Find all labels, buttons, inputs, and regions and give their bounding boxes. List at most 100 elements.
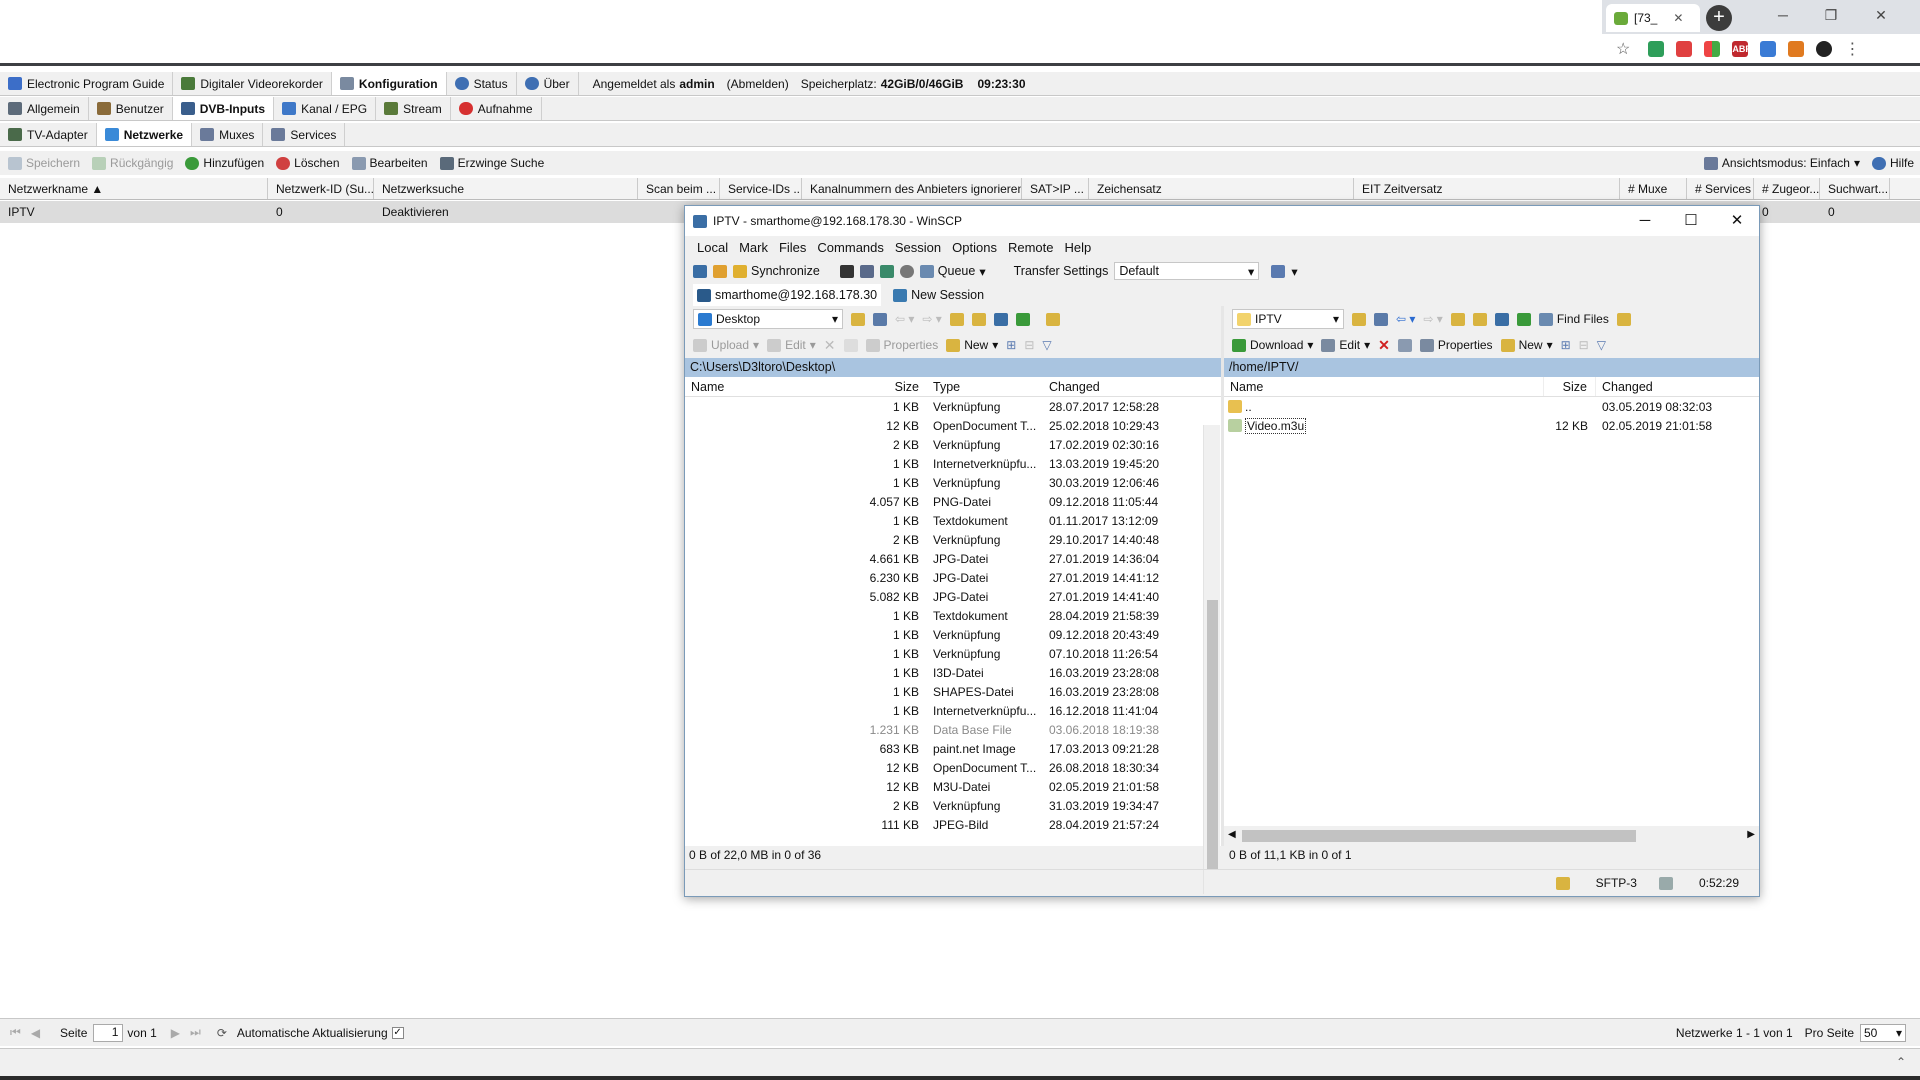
winscp-maximize-button[interactable]: ☐ xyxy=(1668,206,1714,236)
forward-icon[interactable]: ⇨ ▾ xyxy=(1423,312,1442,326)
list-item[interactable]: 12 KB M3U-Datei 02.05.2019 21:01:58 xyxy=(685,777,1221,796)
list-item[interactable]: 1 KB SHAPES-Datei 16.03.2019 23:28:08 xyxy=(685,682,1221,701)
list-item[interactable]: 1 KB Internetverknüpfu... 13.03.2019 19:45… xyxy=(685,454,1221,473)
unselect-icon[interactable]: ⊟ xyxy=(1024,338,1034,352)
column-size[interactable]: Size xyxy=(865,377,921,396)
list-item[interactable]: 683 KB paint.net Image 17.03.2013 09:21:28 xyxy=(685,739,1221,758)
compare-icon[interactable] xyxy=(693,264,707,278)
undo-button[interactable]: Rückgängig xyxy=(86,156,179,170)
list-item[interactable]: 1 KB Internetverknüpfu... 16.12.2018 11:41… xyxy=(685,701,1221,720)
local-location-select[interactable]: Desktop ▾ xyxy=(693,309,843,329)
parent-folder-icon[interactable] xyxy=(1450,312,1465,326)
tab-dvb-inputs[interactable]: DVB-Inputs xyxy=(172,97,275,120)
preferences-gear-icon[interactable] xyxy=(899,264,914,278)
list-item[interactable]: Video.m3u 12 KB 02.05.2019 21:01:58 xyxy=(1224,416,1759,435)
home-icon[interactable] xyxy=(993,312,1008,326)
extension-orange-icon[interactable] xyxy=(1788,40,1805,57)
list-item[interactable]: .. 03.05.2019 08:32:03 xyxy=(1224,397,1759,416)
column-changed[interactable]: Changed xyxy=(1041,377,1191,396)
open-folder-icon[interactable] xyxy=(851,312,865,326)
tab-status[interactable]: Status xyxy=(447,72,517,95)
list-item[interactable]: 5.082 KB JPG-Datei 27.01.2019 14:41:40 xyxy=(685,587,1221,606)
list-item[interactable]: 1 KB Textdokument 28.04.2019 21:58:39 xyxy=(685,606,1221,625)
winscp-close-button[interactable]: ✕ xyxy=(1714,206,1760,236)
list-item[interactable]: 1 KB Verknüpfung 09.12.2018 20:43:49 xyxy=(685,625,1221,644)
refresh-icon[interactable] xyxy=(1516,312,1531,326)
translate-extension-icon[interactable] xyxy=(1760,40,1777,57)
list-item[interactable]: 2 KB Verknüpfung 29.10.2017 14:40:48 xyxy=(685,530,1221,549)
dropdown-arrow-icon[interactable]: ▾ xyxy=(1291,264,1297,279)
remote-location-select[interactable]: IPTV ▾ xyxy=(1232,309,1344,329)
menu-commands[interactable]: Commands xyxy=(817,240,883,255)
select-all-icon[interactable]: ⊞ xyxy=(1561,338,1571,352)
sync-browse-icon[interactable] xyxy=(713,264,727,278)
first-page-icon[interactable]: ⏮ xyxy=(10,1025,21,1040)
help-button[interactable]: Hilfe xyxy=(1866,156,1920,170)
next-page-icon[interactable]: ▶ xyxy=(171,1026,180,1040)
adblock-plus-icon[interactable]: ABP xyxy=(1732,40,1751,57)
list-item[interactable]: 111 KB JPEG-Bild 28.04.2019 21:57:24 xyxy=(685,815,1221,834)
find-icon[interactable] xyxy=(1045,312,1060,326)
console-icon[interactable] xyxy=(839,264,854,278)
column-header[interactable]: Netzwerksuche xyxy=(374,178,638,199)
window-restore-button[interactable]: ❐ xyxy=(1808,0,1854,30)
queue-button[interactable]: Queue ▾ xyxy=(919,264,986,279)
parent-folder-icon[interactable] xyxy=(949,312,964,326)
upload-button[interactable]: Upload ▾ xyxy=(693,338,759,352)
bookmark-star-icon[interactable]: ☆ xyxy=(1616,39,1630,59)
local-scrollbar[interactable] xyxy=(1203,425,1220,894)
column-changed[interactable]: Changed xyxy=(1596,377,1746,396)
remote-edit-button[interactable]: Edit ▾ xyxy=(1321,338,1370,352)
delete-icon[interactable]: ✕ xyxy=(1378,337,1390,354)
column-header[interactable]: # Zugeor... xyxy=(1754,178,1820,199)
new-session-tab[interactable]: New Session xyxy=(887,288,990,302)
tab-networks[interactable]: Netzwerke xyxy=(96,123,193,146)
per-page-select[interactable]: 50 ▾ xyxy=(1860,1023,1906,1042)
filter-icon[interactable] xyxy=(1374,312,1388,326)
tab-epg[interactable]: Electronic Program Guide xyxy=(0,72,174,95)
delete-button[interactable]: Löschen xyxy=(270,156,345,170)
delete-icon[interactable]: ✕ xyxy=(824,337,836,354)
rename-icon[interactable] xyxy=(843,338,858,352)
column-header[interactable]: Netzwerk-ID (Su... xyxy=(268,178,374,199)
add-button[interactable]: Hinzufügen xyxy=(179,156,270,170)
filter-select-icon[interactable]: ▽ xyxy=(1597,338,1606,352)
prev-page-icon[interactable]: ◀ xyxy=(31,1026,40,1040)
column-name[interactable]: Name xyxy=(1224,377,1544,396)
last-page-icon[interactable]: ⏭ xyxy=(190,1025,201,1040)
column-header[interactable]: EIT Zeitversatz xyxy=(1354,178,1620,199)
remote-path[interactable]: /home/IPTV/ xyxy=(1224,358,1759,377)
tab-users[interactable]: Benutzer xyxy=(89,97,173,120)
local-new-button[interactable]: New ▾ xyxy=(946,338,998,352)
home-icon[interactable] xyxy=(1494,312,1509,326)
tab-recording[interactable]: Aufnahme xyxy=(451,97,542,120)
new-tab-button[interactable]: + xyxy=(1706,5,1732,31)
page-input[interactable]: 1 xyxy=(93,1023,124,1042)
local-properties-button[interactable]: Properties xyxy=(865,338,938,352)
remote-new-button[interactable]: New ▾ xyxy=(1500,338,1553,352)
column-name[interactable]: Name xyxy=(685,377,865,396)
tab-channel-epg[interactable]: Kanal / EPG xyxy=(274,97,377,120)
column-header[interactable]: Kanalnummern des Anbieters ignorieren xyxy=(802,178,1022,199)
list-item[interactable]: 1 KB Textdokument 01.11.2017 13:12:09 xyxy=(685,511,1221,530)
menu-options[interactable]: Options xyxy=(952,240,997,255)
open-folder-icon[interactable] xyxy=(1352,312,1366,326)
extension-red-icon[interactable] xyxy=(1676,40,1693,57)
transfer-options-icon[interactable] xyxy=(1271,264,1286,278)
menu-local[interactable]: Local xyxy=(697,240,728,255)
column-header[interactable]: Zeichensatz xyxy=(1089,178,1354,199)
filter-select-icon[interactable]: ▽ xyxy=(1042,338,1051,352)
local-scrollbar-thumb[interactable] xyxy=(1207,600,1218,870)
find-files-button[interactable]: Find Files xyxy=(1538,312,1609,326)
list-item[interactable]: 12 KB OpenDocument T... 25.02.2018 10:29:4… xyxy=(685,416,1221,435)
tab-close-icon[interactable]: ✕ xyxy=(1673,11,1683,25)
menu-help[interactable]: Help xyxy=(1064,240,1091,255)
unselect-icon[interactable]: ⊟ xyxy=(1579,338,1589,352)
forward-icon[interactable]: ⇨ ▾ xyxy=(922,312,941,326)
column-header[interactable]: Service-IDs ... xyxy=(720,178,802,199)
collapse-up-icon[interactable]: ⌃ xyxy=(1896,1055,1906,1069)
remote-properties-button[interactable]: Properties xyxy=(1419,338,1493,352)
list-item[interactable]: 2 KB Verknüpfung 31.03.2019 19:34:47 xyxy=(685,796,1221,815)
force-scan-button[interactable]: Erzwinge Suche xyxy=(434,156,551,170)
list-item[interactable]: 6.230 KB JPG-Datei 27.01.2019 14:41:12 xyxy=(685,568,1221,587)
